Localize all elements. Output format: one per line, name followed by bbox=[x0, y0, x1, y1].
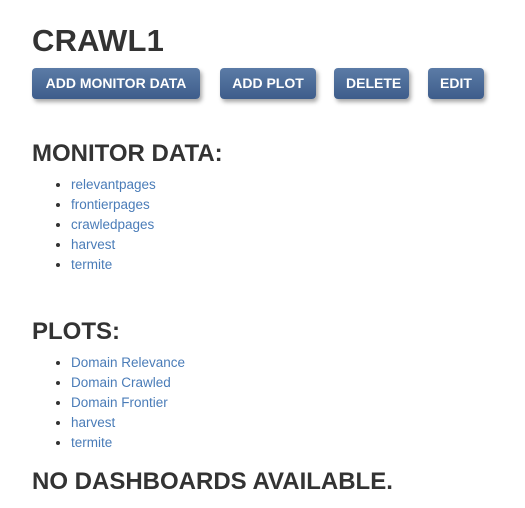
add-monitor-data-button[interactable]: ADD MONITOR DATA bbox=[32, 68, 200, 99]
plot-link-domain-relevance[interactable]: Domain Relevance bbox=[71, 355, 185, 370]
delete-button[interactable]: DELETE bbox=[334, 68, 409, 99]
list-item: harvest bbox=[71, 235, 515, 255]
monitor-link-frontierpages[interactable]: frontierpages bbox=[71, 197, 150, 212]
list-item: crawledpages bbox=[71, 215, 515, 235]
monitor-data-heading: MONITOR DATA: bbox=[32, 140, 223, 167]
edit-button[interactable]: EDIT bbox=[428, 68, 484, 99]
monitor-link-termite[interactable]: termite bbox=[71, 257, 112, 272]
action-toolbar: ADD MONITOR DATA ADD PLOT DELETE EDIT bbox=[32, 68, 515, 100]
plots-heading: PLOTS: bbox=[32, 318, 120, 345]
add-plot-button[interactable]: ADD PLOT bbox=[220, 68, 316, 99]
crawl-page: CRAWL1 ADD MONITOR DATA ADD PLOT DELETE … bbox=[32, 22, 515, 497]
list-item: relevantpages bbox=[71, 175, 515, 195]
page-title: CRAWL1 bbox=[32, 23, 165, 58]
monitor-link-crawledpages[interactable]: crawledpages bbox=[71, 217, 154, 232]
no-dashboards-heading: NO DASHBOARDS AVAILABLE. bbox=[32, 468, 393, 495]
list-item: termite bbox=[71, 255, 515, 275]
monitor-link-relevantpages[interactable]: relevantpages bbox=[71, 177, 156, 192]
monitor-data-list: relevantpages frontierpages crawledpages… bbox=[32, 175, 515, 275]
plot-link-domain-frontier[interactable]: Domain Frontier bbox=[71, 395, 168, 410]
list-item: Domain Crawled bbox=[71, 373, 515, 393]
plots-list: Domain Relevance Domain Crawled Domain F… bbox=[32, 353, 515, 453]
list-item: termite bbox=[71, 433, 515, 453]
list-item: harvest bbox=[71, 413, 515, 433]
plot-link-domain-crawled[interactable]: Domain Crawled bbox=[71, 375, 171, 390]
plot-link-harvest[interactable]: harvest bbox=[71, 415, 115, 430]
list-item: Domain Relevance bbox=[71, 353, 515, 373]
monitor-link-harvest[interactable]: harvest bbox=[71, 237, 115, 252]
list-item: frontierpages bbox=[71, 195, 515, 215]
plot-link-termite[interactable]: termite bbox=[71, 435, 112, 450]
list-item: Domain Frontier bbox=[71, 393, 515, 413]
